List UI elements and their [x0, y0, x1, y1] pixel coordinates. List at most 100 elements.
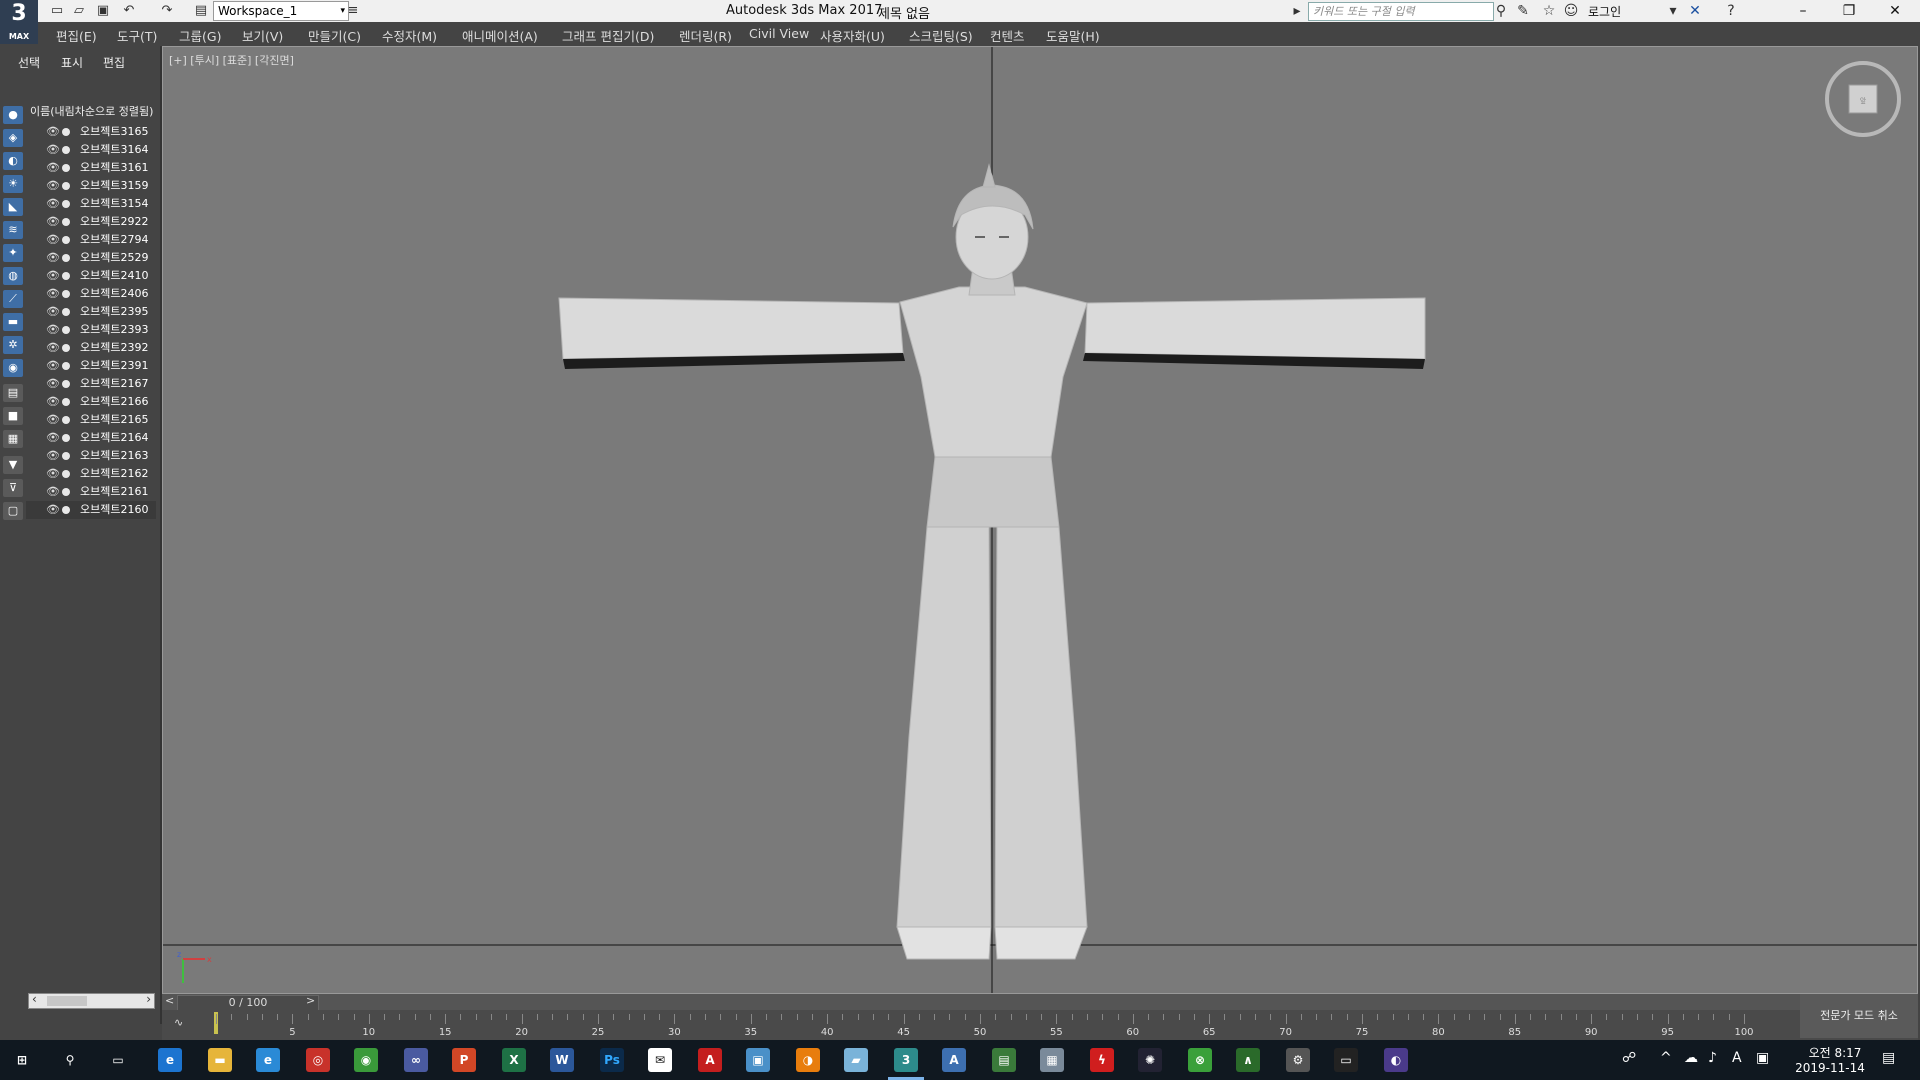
eye-icon[interactable]: 👁 [46, 159, 60, 177]
user-icon[interactable]: ☺ [1562, 2, 1580, 20]
app-dark-icon[interactable]: ✺ [1138, 1048, 1162, 1072]
clock-date[interactable]: 2019-11-14 [1790, 1061, 1870, 1075]
eye-icon[interactable]: 👁 [46, 321, 60, 339]
filter-icon[interactable]: ▼ [3, 456, 23, 474]
display-shapes-icon[interactable]: ◐ [3, 152, 23, 170]
scrollbar-thumb[interactable] [47, 996, 87, 1006]
app-red-icon[interactable]: ◎ [306, 1048, 330, 1072]
list-item[interactable]: 👁 오브젝트2392 [26, 339, 156, 357]
freeze-dot-icon[interactable] [62, 434, 70, 442]
menu-customize[interactable]: 사용자화(U) [820, 26, 885, 45]
list-item[interactable]: 👁 오브젝트2794 [26, 231, 156, 249]
display-cameras-icon[interactable]: ◣ [3, 198, 23, 216]
save-icon[interactable]: ▣ [94, 2, 112, 20]
explorer-horizontal-scrollbar[interactable]: ‹ › [28, 992, 155, 1009]
menu-help[interactable]: 도움말(H) [1046, 26, 1100, 45]
cloud-icon[interactable]: ☁ [1684, 1050, 1698, 1066]
ime-mode-icon[interactable]: ▣ [1756, 1050, 1769, 1066]
tab-display[interactable]: 표시 [61, 54, 83, 71]
app-window-icon[interactable]: ▣ [746, 1048, 770, 1072]
curve-editor-icon[interactable]: ∿ [174, 1016, 183, 1029]
list-item[interactable]: 👁 오브젝트2160 [26, 501, 156, 519]
excel-icon[interactable]: X [502, 1048, 526, 1072]
tab-select[interactable]: 선택 [18, 54, 40, 71]
freeze-dot-icon[interactable] [62, 398, 70, 406]
tab-edit[interactable]: 편집 [103, 54, 125, 71]
list-item[interactable]: 👁 오브젝트2162 [26, 465, 156, 483]
menu-civil-view[interactable]: Civil View [749, 26, 809, 41]
menu-rendering[interactable]: 렌더링(R) [679, 26, 732, 45]
freeze-dot-icon[interactable] [62, 326, 70, 334]
menu-edit[interactable]: 편집(E) [56, 26, 97, 45]
list-item[interactable]: 👁 오브젝트3164 [26, 141, 156, 159]
xbox-icon[interactable]: ⊗ [1188, 1048, 1212, 1072]
layer-icon[interactable]: ▢ [3, 502, 23, 520]
perspective-viewport[interactable]: [+] [투시] [표준] [각진면] x z 앞 [162, 46, 1918, 994]
list-item[interactable]: 👁 오브젝트2167 [26, 375, 156, 393]
people-icon[interactable]: ☍ [1622, 1050, 1636, 1066]
list-item[interactable]: 👁 오브젝트2161 [26, 483, 156, 501]
eye-icon[interactable]: 👁 [46, 357, 60, 375]
eye-icon[interactable]: 👁 [46, 447, 60, 465]
redo-icon[interactable]: ↷ [158, 2, 176, 20]
display-frozen-icon[interactable]: ▤ [3, 384, 23, 402]
menu-group[interactable]: 그룹(G) [179, 26, 221, 45]
time-next-icon[interactable]: > [306, 994, 315, 1007]
menu-graph-editors[interactable]: 그래프 편집기(D) [562, 26, 654, 45]
funnel-icon[interactable]: ⊽ [3, 479, 23, 497]
app-logo[interactable]: 3 MAX [0, 0, 38, 44]
freeze-dot-icon[interactable] [62, 164, 70, 172]
autodesk-icon[interactable]: A [942, 1048, 966, 1072]
freeze-dot-icon[interactable] [62, 362, 70, 370]
display-containers-icon[interactable]: ✲ [3, 336, 23, 354]
edge-icon[interactable]: e [158, 1048, 182, 1072]
eye-icon[interactable]: 👁 [46, 231, 60, 249]
freeze-dot-icon[interactable] [62, 200, 70, 208]
list-item[interactable]: 👁 오브젝트3154 [26, 195, 156, 213]
menu-expand-icon[interactable]: ≡ [344, 2, 362, 20]
flash-icon[interactable]: ϟ [1090, 1048, 1114, 1072]
list-item[interactable]: 👁 오브젝트2164 [26, 429, 156, 447]
login-button[interactable]: 로그인 [1588, 3, 1621, 20]
freeze-dot-icon[interactable] [62, 452, 70, 460]
freeze-dot-icon[interactable] [62, 146, 70, 154]
chrome-icon[interactable]: ◉ [354, 1048, 378, 1072]
freeze-dot-icon[interactable] [62, 506, 70, 514]
minimize-button[interactable]: – [1780, 0, 1826, 22]
list-item[interactable]: 👁 오브젝트2165 [26, 411, 156, 429]
freeze-dot-icon[interactable] [62, 236, 70, 244]
freeze-dot-icon[interactable] [62, 272, 70, 280]
menu-animation[interactable]: 애니메이션(A) [462, 26, 538, 45]
menu-create[interactable]: 만들기(C) [308, 26, 361, 45]
list-item[interactable]: 👁 오브젝트2166 [26, 393, 156, 411]
menu-scripting[interactable]: 스크립팅(S) [909, 26, 973, 45]
freeze-dot-icon[interactable] [62, 470, 70, 478]
app-infinity-icon[interactable]: ∞ [404, 1048, 428, 1072]
mail-icon[interactable]: ✉ [648, 1048, 672, 1072]
display-children-icon[interactable]: ▦ [3, 430, 23, 448]
column-header-name[interactable]: 이름(내림차순으로 정렬됨) [30, 103, 153, 119]
list-item[interactable]: 👁 오브젝트2163 [26, 447, 156, 465]
time-prev-icon[interactable]: < [165, 994, 174, 1007]
eye-icon[interactable]: 👁 [46, 375, 60, 393]
windows-start-icon[interactable]: ⊞ [10, 1048, 34, 1072]
eye-icon[interactable]: 👁 [46, 249, 60, 267]
freeze-dot-icon[interactable] [62, 290, 70, 298]
tray-chevron-icon[interactable]: ^ [1660, 1050, 1672, 1066]
eye-icon[interactable]: 👁 [46, 429, 60, 447]
display-xrefs-icon[interactable]: ⟋ [3, 290, 23, 308]
time-slider-thumb[interactable]: 0 / 100 [177, 995, 319, 1011]
eye-icon[interactable]: 👁 [46, 483, 60, 501]
task-view-icon[interactable]: ▭ [106, 1048, 130, 1072]
track-bar[interactable]: ∿ 5 10 15 20 25 30 35 40 45 50 55 60 65 70 75 80 85 90 95 1… [162, 1010, 1918, 1040]
undo-icon[interactable]: ↶ [120, 2, 138, 20]
list-item[interactable]: 👁 오브젝트3161 [26, 159, 156, 177]
star-icon[interactable]: ☆ [1540, 2, 1558, 20]
eye-icon[interactable]: 👁 [46, 285, 60, 303]
list-item[interactable]: 👁 오브젝트2395 [26, 303, 156, 321]
blender-icon[interactable]: ◑ [796, 1048, 820, 1072]
keyword-search-input[interactable]: 키워드 또는 구절 입력 [1308, 2, 1494, 21]
eye-icon[interactable]: 👁 [46, 195, 60, 213]
list-item[interactable]: 👁 오브젝트2529 [26, 249, 156, 267]
internet-explorer-icon[interactable]: e [256, 1048, 280, 1072]
